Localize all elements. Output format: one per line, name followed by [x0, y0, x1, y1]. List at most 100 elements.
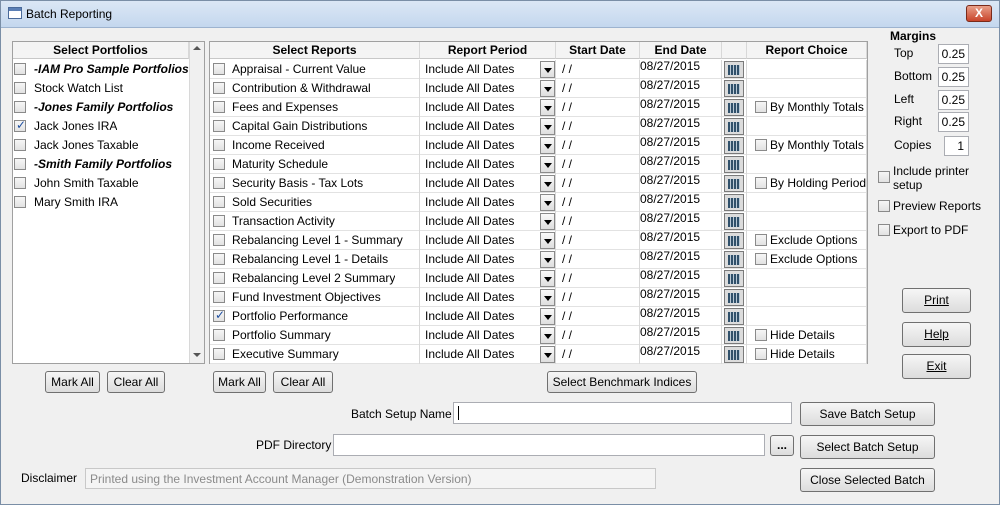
report-period-value[interactable]: Include All Dates [425, 98, 514, 117]
print-button[interactable]: Print [902, 288, 971, 313]
report-checkbox[interactable] [213, 158, 225, 170]
portfolio-row[interactable]: -IAM Pro Sample Portfolios [13, 60, 189, 79]
portfolio-scrollbar[interactable] [189, 42, 204, 363]
report-checkbox[interactable] [213, 272, 225, 284]
report-checkbox[interactable] [213, 348, 225, 360]
right-margin-field[interactable]: 0.25 [938, 112, 969, 132]
report-period-value[interactable]: Include All Dates [425, 212, 514, 231]
report-period-value[interactable]: Include All Dates [425, 231, 514, 250]
calendar-icon[interactable] [724, 327, 744, 344]
end-date-value[interactable]: 08/27/2015 [640, 95, 700, 114]
portfolio-checkbox[interactable] [14, 118, 26, 132]
include-printer-setup-checkbox[interactable] [878, 171, 890, 183]
start-date-value[interactable]: / / [562, 345, 572, 364]
report-checkbox[interactable] [213, 177, 225, 189]
exit-button[interactable]: Exit [902, 354, 971, 379]
start-date-value[interactable]: / / [562, 79, 572, 98]
save-batch-setup-button[interactable]: Save Batch Setup [800, 402, 935, 426]
calendar-icon[interactable] [724, 289, 744, 306]
report-choice-checkbox[interactable] [755, 234, 767, 246]
end-date-value[interactable]: 08/27/2015 [640, 228, 700, 247]
calendar-icon[interactable] [724, 175, 744, 192]
period-dropdown-icon[interactable] [540, 137, 555, 154]
report-choice-checkbox[interactable] [755, 329, 767, 341]
end-date-value[interactable]: 08/27/2015 [640, 133, 700, 152]
portfolio-row[interactable]: Jack Jones IRA [13, 117, 189, 136]
help-button[interactable]: Help [902, 322, 971, 347]
period-dropdown-icon[interactable] [540, 308, 555, 325]
report-checkbox[interactable] [213, 139, 225, 151]
end-date-value[interactable]: 08/27/2015 [640, 152, 700, 171]
left-margin-field[interactable]: 0.25 [938, 90, 969, 110]
bottom-margin-field[interactable]: 0.25 [938, 67, 969, 87]
period-dropdown-icon[interactable] [540, 289, 555, 306]
select-batch-setup-button[interactable]: Select Batch Setup [800, 435, 935, 459]
report-checkbox[interactable] [213, 329, 225, 341]
report-checkbox[interactable] [213, 63, 225, 75]
report-period-value[interactable]: Include All Dates [425, 345, 514, 364]
period-dropdown-icon[interactable] [540, 61, 555, 78]
portfolio-row[interactable]: Mary Smith IRA [13, 193, 189, 212]
report-choice-checkbox[interactable] [755, 253, 767, 265]
portfolio-checkbox[interactable] [14, 82, 26, 94]
period-dropdown-icon[interactable] [540, 327, 555, 344]
report-checkbox[interactable] [213, 253, 225, 265]
batch-setup-name-input[interactable] [453, 402, 792, 424]
portfolio-checkbox[interactable] [14, 63, 26, 75]
period-dropdown-icon[interactable] [540, 80, 555, 97]
end-date-value[interactable]: 08/27/2015 [640, 190, 700, 209]
start-date-value[interactable]: / / [562, 155, 572, 174]
end-date-value[interactable]: 08/27/2015 [640, 304, 700, 323]
top-margin-field[interactable]: 0.25 [938, 44, 969, 64]
end-date-value[interactable]: 08/27/2015 [640, 57, 700, 76]
report-period-value[interactable]: Include All Dates [425, 155, 514, 174]
export-pdf-checkbox[interactable] [878, 224, 890, 236]
calendar-icon[interactable] [724, 137, 744, 154]
report-period-value[interactable]: Include All Dates [425, 269, 514, 288]
end-date-value[interactable]: 08/27/2015 [640, 247, 700, 266]
portfolio-checkbox[interactable] [14, 139, 26, 151]
start-date-value[interactable]: / / [562, 269, 572, 288]
end-date-value[interactable]: 08/27/2015 [640, 76, 700, 95]
scroll-up-icon[interactable] [193, 46, 201, 50]
pdf-directory-input[interactable] [333, 434, 765, 456]
portfolio-row[interactable]: -Jones Family Portfolios [13, 98, 189, 117]
report-choice-checkbox[interactable] [755, 139, 767, 151]
calendar-icon[interactable] [724, 251, 744, 268]
report-period-value[interactable]: Include All Dates [425, 326, 514, 345]
period-dropdown-icon[interactable] [540, 99, 555, 116]
copies-field[interactable]: 1 [944, 136, 969, 156]
period-dropdown-icon[interactable] [540, 194, 555, 211]
report-checkbox[interactable] [213, 234, 225, 246]
period-dropdown-icon[interactable] [540, 156, 555, 173]
calendar-icon[interactable] [724, 232, 744, 249]
calendar-icon[interactable] [724, 156, 744, 173]
start-date-value[interactable]: / / [562, 193, 572, 212]
calendar-icon[interactable] [724, 61, 744, 78]
start-date-value[interactable]: / / [562, 98, 572, 117]
portfolio-checkbox[interactable] [14, 101, 26, 113]
portfolio-checkbox[interactable] [14, 158, 26, 170]
calendar-icon[interactable] [724, 80, 744, 97]
browse-pdf-directory-button[interactable]: ... [770, 435, 794, 456]
end-date-value[interactable]: 08/27/2015 [640, 266, 700, 285]
report-checkbox[interactable] [213, 291, 225, 303]
portfolio-checkbox[interactable] [14, 177, 26, 189]
period-dropdown-icon[interactable] [540, 251, 555, 268]
report-checkbox[interactable] [213, 215, 225, 227]
end-date-value[interactable]: 08/27/2015 [640, 285, 700, 304]
calendar-icon[interactable] [724, 346, 744, 363]
start-date-value[interactable]: / / [562, 326, 572, 345]
report-choice-checkbox[interactable] [755, 348, 767, 360]
report-period-value[interactable]: Include All Dates [425, 79, 514, 98]
start-date-value[interactable]: / / [562, 231, 572, 250]
portfolio-mark-all-button[interactable]: Mark All [45, 371, 100, 393]
select-benchmark-button[interactable]: Select Benchmark Indices [547, 371, 697, 393]
period-dropdown-icon[interactable] [540, 213, 555, 230]
calendar-icon[interactable] [724, 194, 744, 211]
portfolio-row[interactable]: Jack Jones Taxable [13, 136, 189, 155]
portfolio-row[interactable]: John Smith Taxable [13, 174, 189, 193]
report-choice-checkbox[interactable] [755, 101, 767, 113]
end-date-value[interactable]: 08/27/2015 [640, 114, 700, 133]
calendar-icon[interactable] [724, 213, 744, 230]
